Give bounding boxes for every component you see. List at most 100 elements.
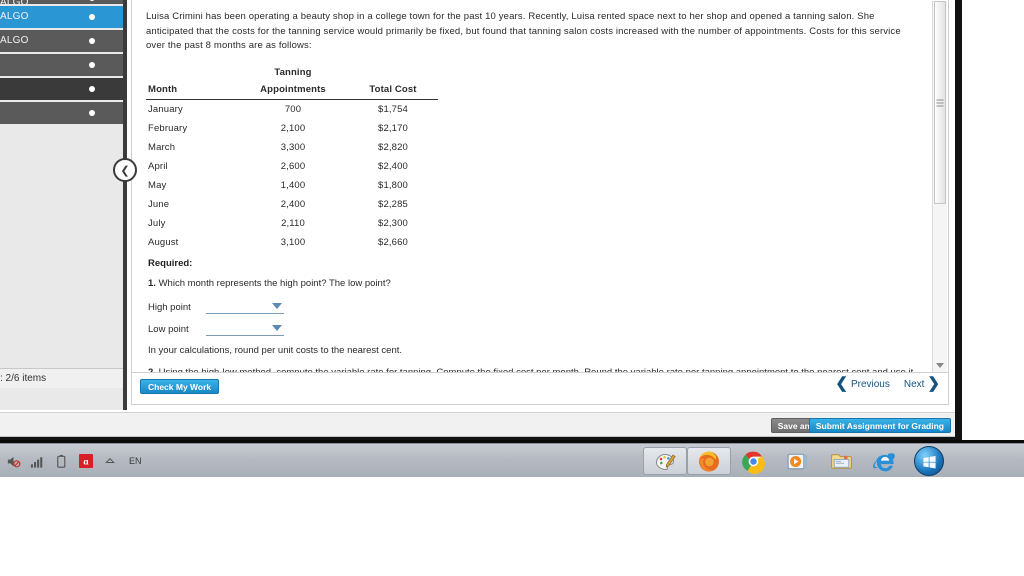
taskbar-app-buttons (643, 446, 951, 476)
high-point-dropdown[interactable] (206, 301, 284, 315)
problem-statement: Luisa Crimini has been operating a beaut… (146, 11, 901, 52)
next-button[interactable]: Next ❯ (903, 375, 940, 392)
table-header-appointments: Appointments (238, 81, 348, 101)
table-row: August 3,100 $2,660 (146, 233, 438, 252)
cell-month: April (148, 161, 168, 173)
sidebar-item-4[interactable] (0, 78, 123, 100)
taskbar-paint-button[interactable] (643, 447, 687, 475)
cost-table-body: January 700 $1,754 February 2,100 $2,170… (146, 100, 438, 253)
question-content-panel: Luisa Crimini has been operating a beaut… (131, 0, 949, 373)
chevron-right-icon: ❯ (927, 375, 940, 392)
cell-appointments: 3,100 (280, 237, 306, 249)
table-row: July 2,110 $2,300 (146, 214, 438, 233)
cell-appointments: 2,110 (281, 218, 305, 230)
sidebar-status-dot-3 (89, 62, 95, 68)
cell-total-cost: $2,660 (378, 237, 408, 249)
assignment-window: ALGO ALGO ALGO : 2/ (0, 0, 962, 442)
table-row: February 2,100 $2,170 (146, 119, 438, 138)
sidebar-item-2[interactable]: ALGO (0, 30, 123, 52)
volume-muted-icon[interactable] (6, 454, 21, 469)
sidebar-status-dot-5 (89, 110, 95, 116)
cell-total-cost: $2,285 (378, 199, 408, 211)
chevron-down-icon (272, 325, 282, 332)
sidebar-item-label-2: ALGO (0, 35, 29, 46)
question-2: 2. Using the high-low method, compute th… (148, 366, 918, 372)
cell-month: July (148, 218, 166, 230)
check-my-work-button[interactable]: Check My Work (140, 379, 220, 394)
cell-month: May (148, 180, 167, 192)
required-heading: Required: (148, 258, 193, 270)
internet-explorer-icon (872, 453, 895, 472)
cell-month: January (148, 104, 183, 116)
assignment-status-bar: Save and Exit Submit Assignment for Grad… (0, 412, 955, 437)
cell-total-cost: $1,754 (378, 104, 408, 116)
previous-button[interactable]: ❮ Previous (835, 375, 889, 392)
sidebar-item-0[interactable]: ALGO (0, 0, 123, 4)
rounding-note: In your calculations, round per unit cos… (148, 344, 403, 356)
window-frame-right (955, 0, 962, 440)
cell-appointments: 700 (284, 104, 302, 116)
scrollbar-grip-icon (936, 99, 944, 106)
show-hidden-icons-icon[interactable] (102, 454, 117, 469)
system-tray: ɑ EN (6, 444, 142, 478)
battery-icon[interactable] (54, 454, 69, 469)
chevron-left-icon: ❮ (120, 164, 130, 177)
sidebar-item-label-1: ALGO (0, 11, 29, 22)
paint-icon (655, 453, 676, 471)
high-point-label: High point (148, 302, 191, 314)
taskbar-file-explorer-button[interactable] (819, 447, 863, 475)
windows-taskbar: ɑ EN (0, 443, 1024, 477)
question-1-number: 1. (148, 278, 156, 290)
question-navigation: ❮ Previous Next ❯ (835, 375, 940, 392)
cell-month: June (148, 199, 170, 211)
chevron-left-icon: ❮ (835, 375, 848, 392)
low-point-dropdown[interactable] (206, 323, 284, 337)
firefox-icon (699, 451, 719, 472)
content-scrollbar[interactable] (932, 1, 947, 372)
language-indicator[interactable]: EN (129, 456, 142, 466)
sidebar-collapse-button[interactable]: ❮ (113, 158, 137, 182)
sidebar-status-dot-0 (89, 0, 95, 1)
taskbar-media-player-button[interactable] (775, 447, 819, 475)
cell-appointments: 2,600 (280, 161, 306, 173)
table-header-month: Month (146, 81, 238, 101)
cell-appointments: 1,400 (280, 180, 306, 192)
taskbar-chrome-button[interactable] (731, 447, 775, 475)
antivirus-icon[interactable]: ɑ (78, 454, 93, 469)
low-point-label: Low point (148, 324, 189, 336)
table-header-total-cost: Total Cost (348, 81, 438, 101)
table-superheader-blank2 (348, 64, 438, 81)
cell-total-cost: $1,800 (378, 180, 408, 192)
submit-assignment-button[interactable]: Submit Assignment for Grading (808, 418, 951, 433)
chrome-icon (741, 451, 765, 474)
question-1: 1. Which month represents the high point… (148, 277, 918, 292)
sidebar-item-3[interactable] (0, 54, 123, 76)
cell-month: February (148, 123, 188, 135)
table-row: April 2,600 $2,400 (146, 157, 438, 176)
cell-total-cost: $2,170 (378, 123, 408, 135)
taskbar-firefox-button[interactable] (687, 447, 731, 475)
network-signal-icon[interactable] (30, 454, 45, 469)
windows-start-orb-icon (914, 446, 944, 476)
next-label: Next (903, 378, 925, 390)
sidebar-divider-rail (123, 0, 127, 410)
table-row: March 3,300 $2,820 (146, 138, 438, 157)
sidebar-status-dot-1 (89, 14, 95, 20)
scrollbar-thumb[interactable] (934, 1, 946, 204)
chevron-down-icon (272, 303, 282, 310)
cell-appointments: 2,100 (280, 123, 306, 135)
cell-month: August (148, 237, 179, 249)
taskbar-start-button[interactable] (907, 446, 951, 476)
sidebar-item-5[interactable] (0, 102, 123, 124)
assignment-sidebar: ALGO ALGO ALGO : 2/ (0, 0, 123, 410)
cell-appointments: 3,300 (280, 142, 306, 154)
sidebar-status-dot-2 (89, 38, 95, 44)
sidebar-item-label-0: ALGO (0, 0, 29, 4)
sidebar-item-1[interactable]: ALGO (0, 6, 123, 28)
taskbar-internet-explorer-button[interactable] (863, 447, 907, 475)
svg-text:ɑ: ɑ (83, 457, 89, 468)
scrollbar-down-arrow-icon[interactable] (936, 363, 944, 368)
sidebar-item-count: : 2/6 items (0, 368, 123, 388)
question-scroll-area: Luisa Crimini has been operating a beaut… (132, 0, 932, 372)
question-1-text: Which month represents the high point? T… (158, 278, 391, 290)
